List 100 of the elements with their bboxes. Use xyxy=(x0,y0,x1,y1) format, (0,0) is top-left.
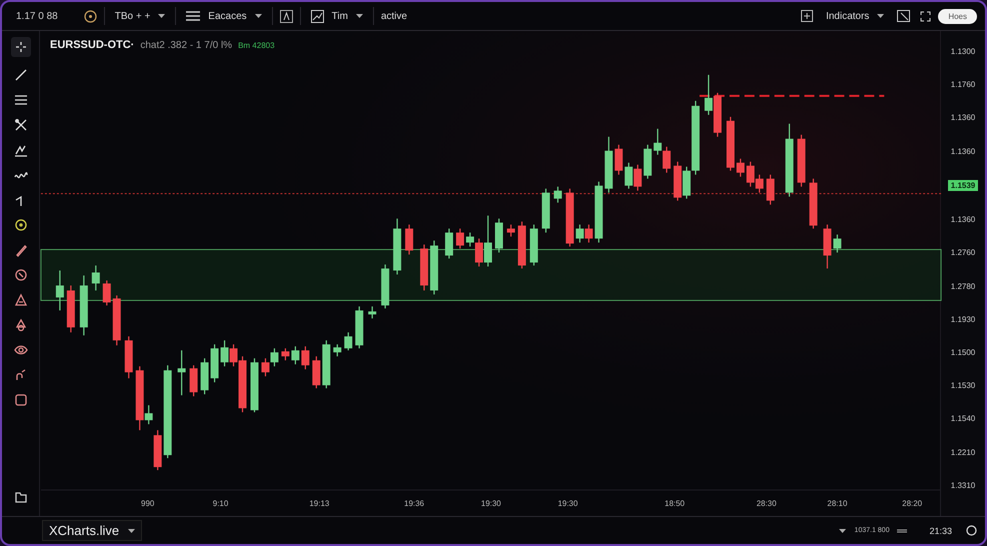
caret-icon xyxy=(839,528,846,532)
candle xyxy=(674,162,682,201)
candle xyxy=(80,276,88,336)
current-price-badge: 1.1539 xyxy=(948,180,978,191)
price-label: 1.2780 xyxy=(950,282,976,291)
candle xyxy=(634,164,642,191)
time-label: 19:30 xyxy=(558,499,578,508)
circle-icon[interactable] xyxy=(14,218,28,232)
candle xyxy=(270,348,278,366)
price-label: 1.3310 xyxy=(950,480,976,490)
eye-icon[interactable] xyxy=(14,343,28,357)
candle xyxy=(405,224,414,255)
price-label: 1.1360 xyxy=(950,215,976,224)
candle xyxy=(714,92,722,137)
candle xyxy=(333,344,342,356)
caret-icon xyxy=(254,14,262,18)
candle xyxy=(312,356,320,388)
line-icon[interactable] xyxy=(14,68,28,82)
candle xyxy=(430,240,438,294)
candle xyxy=(210,344,219,382)
candle xyxy=(644,144,652,179)
candle xyxy=(766,174,774,205)
candle xyxy=(178,350,186,396)
candle xyxy=(381,264,390,308)
price-text: 1.17 0 88 xyxy=(16,10,58,22)
price-label: 1.1360 xyxy=(950,146,976,156)
price-label: 1.1530 xyxy=(950,381,976,390)
time-label: 18:50 xyxy=(664,499,685,508)
folder-icon[interactable] xyxy=(14,490,28,504)
price-label: 1.1540 xyxy=(950,414,976,424)
candle xyxy=(368,306,376,318)
candle xyxy=(576,224,584,243)
candle xyxy=(554,186,562,203)
candle xyxy=(261,358,270,376)
pill-button[interactable]: Hoes xyxy=(938,8,977,24)
indicators-button[interactable]: Indicators xyxy=(822,8,888,24)
time-label: 19:13 xyxy=(309,499,330,508)
candle xyxy=(220,340,229,366)
menu-dropdown[interactable]: TBo + + xyxy=(112,8,168,24)
candle xyxy=(833,234,842,253)
square-icon[interactable] xyxy=(14,393,28,407)
shapes-icon[interactable] xyxy=(14,318,28,332)
candle xyxy=(66,285,75,332)
brush-icon[interactable] xyxy=(14,243,28,257)
candle xyxy=(662,146,671,173)
time-label: 990 xyxy=(141,499,154,508)
candle xyxy=(755,174,764,193)
chart-icon xyxy=(310,10,324,22)
horizontal-lines-icon[interactable] xyxy=(14,93,28,107)
candle xyxy=(584,224,593,243)
menu-dropdown[interactable]: Tim xyxy=(308,8,366,24)
change-text: Bm 42803 xyxy=(238,41,275,50)
clock-text: 21:33 xyxy=(929,526,952,536)
candle xyxy=(420,244,428,290)
candle xyxy=(614,144,623,175)
time-label: 28:30 xyxy=(756,499,776,508)
status-text: active xyxy=(380,10,408,22)
fullscreen-icon[interactable] xyxy=(920,10,932,22)
screenshot-icon[interactable] xyxy=(897,10,910,22)
price-label: 1.1360 xyxy=(950,113,976,122)
candle xyxy=(704,74,713,115)
timer-icon[interactable] xyxy=(84,10,97,22)
price-label: 1.1300 xyxy=(950,47,976,56)
symbol-details: chat2 .382 - 1 7/0 l% xyxy=(140,40,232,51)
candle xyxy=(456,228,464,249)
time-label: 28:10 xyxy=(827,499,848,508)
price-label: 1.1930 xyxy=(950,314,976,324)
crosshair-icon[interactable] xyxy=(10,37,30,57)
time-label: 19:36 xyxy=(404,499,424,508)
candle xyxy=(654,128,662,155)
time-label: 28:20 xyxy=(902,499,922,508)
candle xyxy=(445,228,454,259)
candle xyxy=(102,280,111,306)
time-label: 19:30 xyxy=(481,499,501,508)
caret-icon xyxy=(128,528,136,532)
menu-dropdown[interactable]: Eacaces xyxy=(183,8,265,24)
cross-lines-icon[interactable] xyxy=(14,118,28,132)
candle xyxy=(301,346,310,370)
candle xyxy=(92,266,100,290)
bars-icon xyxy=(186,11,200,21)
brand-dropdown[interactable]: XCharts.live xyxy=(42,520,142,541)
swap-icon xyxy=(897,528,908,534)
candle xyxy=(281,348,290,360)
add-panel-icon[interactable] xyxy=(800,10,813,22)
candle xyxy=(624,162,633,189)
candle xyxy=(506,224,515,237)
candle xyxy=(154,430,162,470)
candle xyxy=(823,224,832,268)
price-label: 1.1500 xyxy=(950,348,976,357)
candle xyxy=(124,336,133,378)
circle-icon[interactable] xyxy=(966,525,977,536)
candle xyxy=(746,162,754,187)
candle xyxy=(291,346,300,364)
candle xyxy=(190,365,198,396)
price-label: 1.2210 xyxy=(950,448,976,457)
candle xyxy=(726,116,734,171)
caret-icon xyxy=(356,14,363,18)
candle xyxy=(736,158,744,177)
triangle-icon[interactable] xyxy=(14,293,28,307)
caret-icon xyxy=(877,14,884,18)
